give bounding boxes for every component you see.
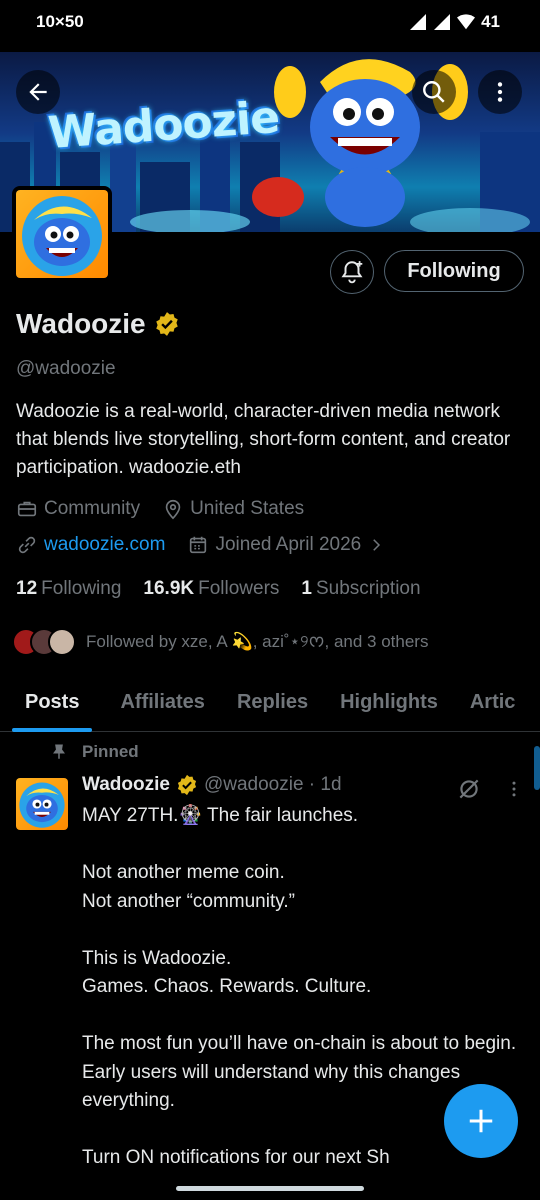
profile-meta-row-2: wadoozie.com Joined April 2026	[16, 534, 399, 556]
following-count[interactable]: 12 Following	[16, 578, 121, 600]
profile-handle: @wadoozie	[16, 358, 116, 379]
search-button[interactable]	[412, 70, 456, 114]
post-author-name[interactable]: Wadoozie	[82, 774, 170, 796]
pinned-label-row: Pinned	[50, 742, 139, 762]
back-button[interactable]	[16, 70, 60, 114]
post-header: Wadoozie @wadoozie · 1d	[82, 774, 342, 796]
status-time: 10×50	[36, 12, 84, 31]
post-author-avatar[interactable]	[16, 778, 68, 830]
follow-counts: 12 Following 16.9K Followers 1 Subscription	[16, 578, 421, 600]
location-label: United States	[190, 498, 305, 519]
verified-badge-icon	[177, 774, 197, 796]
chevron-right-icon	[373, 539, 381, 551]
notifications-bell-button[interactable]	[330, 250, 374, 294]
plus-icon	[469, 1109, 493, 1133]
followed-by-avatars	[12, 628, 76, 656]
subscriptions-count[interactable]: 1 Subscription	[301, 578, 420, 600]
profile-category: Community	[16, 498, 140, 520]
category-label: Community	[44, 498, 141, 519]
calendar-icon	[190, 536, 207, 554]
pin-icon	[53, 744, 65, 759]
profile-name: Wadoozie	[16, 308, 146, 339]
search-icon	[423, 81, 445, 103]
scroll-indicator	[534, 746, 540, 790]
tab-posts[interactable]: Posts	[0, 672, 104, 732]
status-bar: 10×50 41	[0, 0, 540, 52]
avatar-mascot-image	[22, 196, 102, 276]
cell-signal-icon	[410, 14, 427, 30]
profile-tabs: Posts Affiliates Replies Highlights Arti…	[0, 672, 540, 732]
profile-meta-row-1: Community United States	[16, 498, 318, 520]
arrow-left-icon	[29, 83, 47, 101]
followed-by-text: Followed by xze, A 💫, azi˚⋆୨ᰔ, and 3 oth…	[86, 632, 429, 651]
tab-affiliates[interactable]: Affiliates	[104, 672, 220, 732]
wifi-icon	[457, 14, 476, 30]
grok-icon[interactable]	[456, 776, 482, 802]
avatar-mascot-image	[19, 782, 65, 828]
avatar	[48, 628, 76, 656]
profile-website[interactable]: wadoozie.com	[16, 534, 165, 556]
profile-name-row: Wadoozie	[16, 308, 180, 340]
compose-post-button[interactable]	[444, 1084, 518, 1158]
profile-location: United States	[162, 498, 304, 520]
following-button[interactable]: Following	[384, 250, 524, 292]
profile-joined[interactable]: Joined April 2026	[187, 534, 385, 556]
link-icon	[18, 536, 36, 554]
tab-articles[interactable]: Artic	[454, 672, 532, 732]
location-pin-icon	[165, 499, 181, 520]
more-options-button[interactable]	[478, 70, 522, 114]
briefcase-icon	[17, 501, 37, 517]
tab-replies[interactable]: Replies	[221, 672, 324, 732]
gesture-home-bar[interactable]	[176, 1186, 364, 1191]
verified-badge-icon[interactable]	[154, 311, 180, 337]
bell-plus-icon	[341, 261, 363, 284]
profile-avatar[interactable]	[12, 186, 112, 282]
post-handle-time: @wadoozie · 1d	[203, 774, 342, 795]
battery-level: 41	[481, 12, 500, 31]
more-vertical-icon	[497, 82, 503, 102]
cell-signal-icon	[434, 14, 451, 30]
tab-highlights[interactable]: Highlights	[324, 672, 454, 732]
avatar	[16, 190, 108, 278]
followed-by-row[interactable]: Followed by xze, A 💫, azi˚⋆୨ᰔ, and 3 oth…	[12, 628, 428, 656]
profile-bio: Wadoozie is a real-world, character-driv…	[16, 401, 511, 478]
joined-label: Joined April 2026	[215, 534, 362, 555]
website-link[interactable]: wadoozie.com	[44, 534, 165, 556]
post-more-icon[interactable]	[504, 778, 524, 800]
followers-count[interactable]: 16.9K Followers	[143, 578, 279, 600]
pinned-label: Pinned	[82, 742, 139, 761]
status-icons: 41	[409, 12, 500, 32]
